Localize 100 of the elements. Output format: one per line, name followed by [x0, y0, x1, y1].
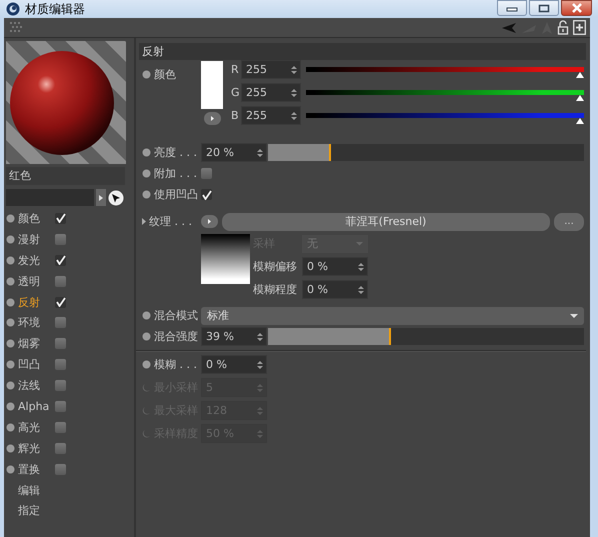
channel-item[interactable]: 置换	[18, 462, 55, 477]
checkmark-icon	[56, 297, 66, 307]
number-field[interactable]: 255	[241, 83, 301, 102]
parameter-label: 使用凹凸	[154, 187, 198, 202]
spinner-icon[interactable]	[291, 112, 297, 120]
bullet-icon	[142, 169, 151, 178]
number-field[interactable]: 20 %	[201, 143, 267, 162]
checkbox[interactable]	[201, 189, 212, 200]
bullet-icon	[6, 464, 15, 474]
channel-item[interactable]: 指定	[18, 503, 55, 518]
checkbox[interactable]	[55, 422, 66, 433]
maximize-button[interactable]	[529, 0, 559, 16]
checkbox[interactable]	[55, 380, 66, 392]
parameter-label: 混合强度	[154, 329, 198, 344]
spinner-icon[interactable]	[358, 262, 364, 270]
checkbox[interactable]	[55, 359, 66, 370]
play-icon	[210, 116, 214, 121]
material-name-field[interactable]: 红色	[6, 167, 125, 185]
checkbox[interactable]	[55, 400, 66, 412]
color-swatch[interactable]	[201, 61, 223, 109]
number-field[interactable]: 255	[241, 106, 301, 125]
parameter-label: 附加 . . .	[154, 166, 197, 181]
channel-item[interactable]: 环境	[18, 315, 55, 330]
number-field[interactable]: 255	[241, 60, 301, 79]
bullet-icon	[142, 311, 151, 320]
checkbox[interactable]	[55, 296, 66, 308]
dropdown-arrow-icon	[570, 314, 578, 318]
channel-item[interactable]: 编辑	[18, 482, 55, 498]
slider-thumb[interactable]	[576, 94, 584, 100]
dropdown[interactable]: 标准	[201, 306, 584, 324]
channel-label: R	[231, 63, 240, 76]
channel-item[interactable]: 高光	[18, 420, 55, 435]
number-field[interactable]: 0 %	[302, 257, 368, 276]
new-window-icon[interactable]	[573, 20, 586, 35]
channel-item[interactable]: 反射	[18, 294, 55, 310]
slider-thumb[interactable]	[576, 118, 584, 124]
channel-item[interactable]: Alpha	[18, 400, 55, 413]
checkbox[interactable]	[55, 234, 66, 245]
arrow-button[interactable]	[96, 189, 106, 206]
spinner-icon[interactable]	[257, 148, 263, 156]
close-button[interactable]	[561, 0, 592, 16]
number-field[interactable]: 39 %	[201, 327, 267, 346]
parameter-label: 颜色	[154, 67, 176, 82]
maximize-icon	[538, 4, 550, 12]
spinner-icon[interactable]	[257, 360, 263, 368]
number-field[interactable]: 0 %	[201, 355, 267, 374]
play-icon	[208, 219, 211, 224]
section-header: 反射	[139, 43, 586, 60]
checkbox[interactable]	[55, 276, 66, 287]
parameter-label: 纹理 . . .	[149, 214, 192, 229]
bullet-icon	[142, 190, 151, 199]
bullet-icon	[6, 339, 15, 348]
checkbox[interactable]	[55, 442, 66, 454]
spinner-icon[interactable]	[257, 332, 263, 340]
bullet-icon	[6, 444, 15, 453]
checkbox[interactable]	[55, 254, 66, 266]
grip-icon[interactable]	[10, 22, 22, 34]
checkbox[interactable]	[55, 212, 66, 224]
spinner-icon[interactable]	[291, 88, 297, 96]
channel-item[interactable]: 烟雾	[18, 336, 55, 352]
shader-button[interactable]: 菲涅耳(Fresnel)	[222, 212, 550, 230]
spinner-icon[interactable]	[358, 286, 364, 294]
channel-item[interactable]: 颜色	[18, 210, 55, 226]
checkbox[interactable]	[55, 338, 66, 350]
parameter-label: 混合模式	[154, 308, 198, 323]
bullet-icon	[6, 318, 15, 328]
expand-arrow-icon[interactable]	[142, 218, 146, 225]
checkbox[interactable]	[201, 168, 212, 179]
number-field[interactable]: 0 %	[302, 280, 368, 299]
checkmark-icon	[202, 190, 212, 200]
channel-item[interactable]: 发光	[18, 252, 55, 268]
gradient-preview	[201, 234, 250, 284]
minimize-button[interactable]	[497, 0, 527, 16]
bullet-icon	[6, 298, 15, 306]
color-picker-button[interactable]	[204, 112, 220, 125]
parameter-label: 模糊偏移	[253, 259, 298, 274]
checkmark-icon	[56, 255, 66, 266]
play-icon	[99, 194, 103, 200]
bullet-icon	[142, 70, 151, 79]
texture-menu-button[interactable]	[201, 215, 218, 228]
channel-item[interactable]: 漫射	[18, 232, 55, 247]
pointer-icon[interactable]	[108, 190, 124, 206]
parameter-label: 模糊 . . .	[154, 357, 197, 372]
app-logo-icon	[6, 2, 20, 16]
checkbox[interactable]	[55, 464, 66, 475]
bullet-icon	[142, 406, 151, 415]
channel-item[interactable]: 透明	[18, 274, 55, 289]
parameter-label: 亮度 . . .	[154, 145, 197, 160]
more-button[interactable]: ...	[554, 212, 584, 230]
channel-label: G	[231, 86, 241, 99]
checkbox[interactable]	[55, 317, 66, 328]
bullet-icon	[6, 360, 15, 370]
bullet-icon	[142, 332, 151, 341]
channel-item[interactable]: 法线	[18, 378, 55, 394]
channel-item[interactable]: 凹凸	[18, 357, 55, 372]
slider-thumb[interactable]	[576, 72, 584, 78]
spinner-icon[interactable]	[291, 66, 297, 74]
channel-item[interactable]: 辉光	[18, 440, 55, 456]
lock-icon[interactable]	[557, 20, 569, 35]
channel-label: B	[231, 109, 240, 122]
